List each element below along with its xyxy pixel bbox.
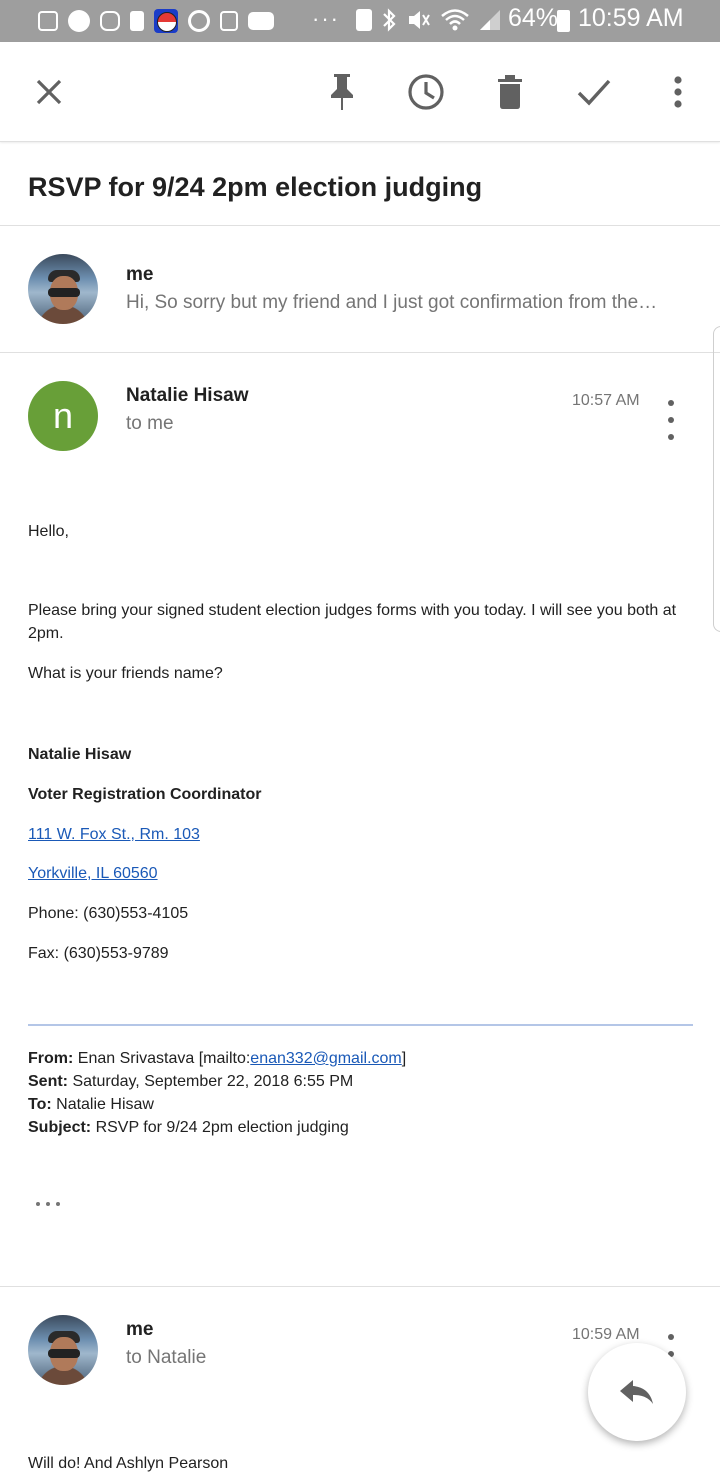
signature-title: Voter Registration Coordinator: [28, 786, 262, 803]
youtube-icon: [248, 12, 274, 30]
status-bar: ··· 64% 10:59 AM: [0, 0, 720, 42]
address-link[interactable]: Yorkville, IL 60560: [28, 865, 158, 882]
quoted-from-value: Enan Srivastava [mailto:: [73, 1050, 251, 1067]
battery-icon: [557, 10, 570, 32]
quote-separator: [28, 1024, 693, 1026]
pin-icon: [331, 74, 353, 110]
avatar[interactable]: [28, 254, 98, 324]
quoted-sent-value: Saturday, September 22, 2018 6:55 PM: [68, 1073, 354, 1090]
signature-address: 111 W. Fox St., Rm. 103: [28, 823, 678, 846]
recipients-toggle[interactable]: to Natalie: [126, 1347, 206, 1369]
quoted-to: To: Natalie Hisaw: [28, 1093, 406, 1116]
reply-fab[interactable]: [588, 1343, 686, 1441]
trash-icon: [498, 75, 522, 109]
thread-subject: RSVP for 9/24 2pm election judging: [28, 172, 483, 202]
divider: [0, 225, 720, 226]
body-paragraph: Please bring your signed student electio…: [28, 602, 677, 642]
address-link[interactable]: 111 W. Fox St., Rm. 103: [28, 826, 200, 843]
close-button[interactable]: [23, 66, 75, 118]
body-paragraph: What is your friends name?: [28, 665, 223, 682]
email-link[interactable]: enan332@gmail.com: [250, 1050, 401, 1067]
clock-icon: [408, 74, 444, 110]
divider: [0, 352, 720, 353]
threads-icon: [188, 10, 210, 32]
sender-name[interactable]: me: [126, 1319, 153, 1341]
check-icon: [577, 79, 611, 106]
quoted-from-close: ]: [401, 1050, 407, 1067]
pin-button[interactable]: [316, 66, 368, 118]
greeting: Hello,: [28, 523, 69, 540]
chat-bubble-icon: [68, 10, 90, 32]
pokemon-go-icon: [154, 9, 178, 33]
quoted-sent-label: Sent:: [28, 1073, 68, 1090]
snooze-button[interactable]: [400, 66, 452, 118]
battery-percent: 64%: [508, 4, 559, 32]
wifi-icon: [441, 9, 469, 31]
signature-fax: Fax: (630)553-9789: [28, 945, 169, 962]
action-toolbar: [0, 42, 720, 142]
quoted-from: From: Enan Srivastava [mailto:enan332@gm…: [28, 1047, 406, 1070]
delete-button[interactable]: [484, 66, 536, 118]
recycle-icon: [356, 9, 372, 31]
signature-address: Yorkville, IL 60560: [28, 862, 678, 885]
quoted-subject-value: RSVP for 9/24 2pm election judging: [91, 1119, 349, 1136]
show-trimmed-content-button[interactable]: [36, 1196, 60, 1212]
messages-icon: [38, 11, 58, 31]
message-snippet: Hi, So sorry but my friend and I just go…: [126, 292, 658, 313]
message-time: 10:59 AM: [572, 1326, 640, 1343]
message-more-button[interactable]: [660, 400, 682, 440]
more-notifications-icon: ···: [312, 6, 340, 31]
signature-name: Natalie Hisaw: [28, 746, 132, 763]
lock-icon: [130, 11, 144, 31]
quoted-to-value: Natalie Hisaw: [51, 1096, 154, 1113]
quoted-to-label: To:: [28, 1096, 52, 1113]
notification-icons: [38, 8, 274, 34]
reply-icon: [620, 1380, 653, 1404]
message-time: 10:57 AM: [572, 392, 640, 409]
more-vert-icon: [674, 76, 682, 108]
avatar[interactable]: [28, 1315, 98, 1385]
reply-body: Will do! And Ashlyn Pearson: [28, 1455, 229, 1472]
quoted-header: From: Enan Srivastava [mailto:enan332@gm…: [28, 1047, 406, 1139]
more-options-button[interactable]: [652, 66, 704, 118]
mute-icon: [409, 11, 430, 29]
divider: [0, 1286, 720, 1287]
bluetooth-icon: [383, 8, 396, 32]
system-icons: [356, 8, 502, 32]
signal-icon: [480, 10, 500, 30]
scroll-indicator[interactable]: [713, 326, 720, 632]
sender-name[interactable]: Natalie Hisaw: [126, 385, 249, 407]
quoted-sent: Sent: Saturday, September 22, 2018 6:55 …: [28, 1070, 406, 1093]
sim-icon: [220, 11, 238, 31]
close-icon: [36, 79, 62, 105]
avatar[interactable]: n: [28, 381, 98, 451]
quoted-subject: Subject: RSVP for 9/24 2pm election judg…: [28, 1116, 406, 1139]
signature-phone: Phone: (630)553-4105: [28, 905, 189, 922]
done-button[interactable]: [568, 66, 620, 118]
quoted-subject-label: Subject:: [28, 1119, 92, 1136]
quoted-from-label: From:: [28, 1050, 74, 1067]
sender-name: me: [126, 264, 154, 285]
clock-time: 10:59 AM: [578, 4, 684, 32]
instagram-icon: [100, 11, 120, 31]
recipients-toggle[interactable]: to me: [126, 413, 174, 435]
